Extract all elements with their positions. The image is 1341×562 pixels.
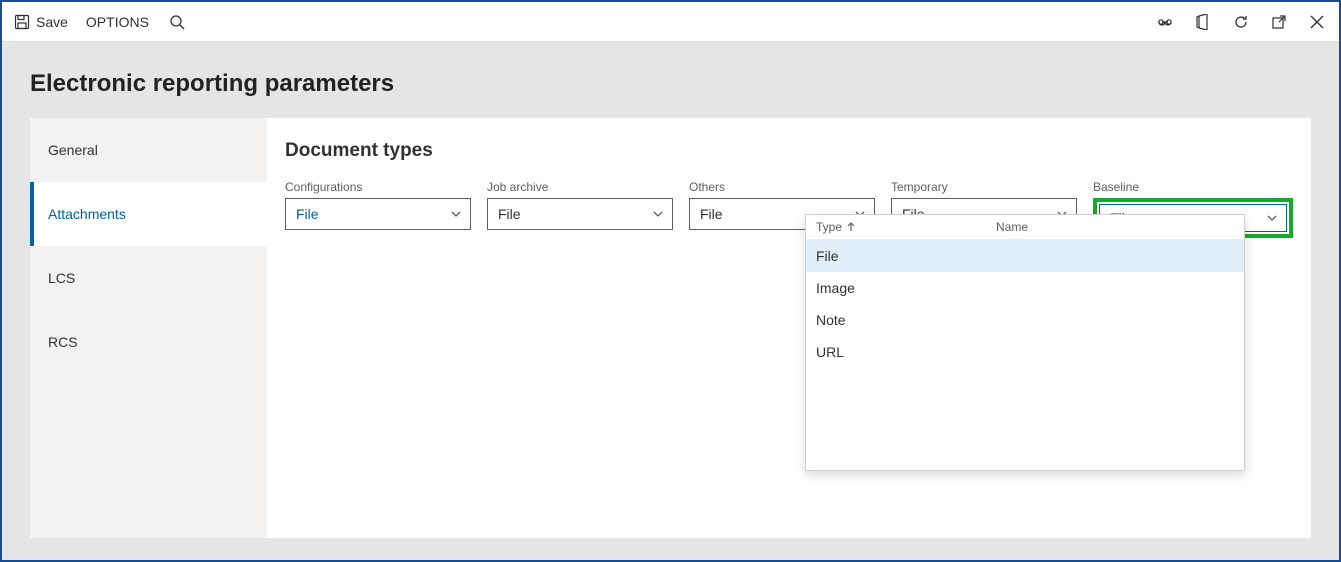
chevron-down-icon bbox=[652, 208, 664, 220]
search-button[interactable] bbox=[167, 12, 187, 32]
field-job-archive: Job archive File bbox=[487, 180, 673, 238]
options-label: OPTIONS bbox=[86, 14, 149, 30]
flyout-col-name[interactable]: Name bbox=[996, 220, 1028, 234]
page-content: Electronic reporting parameters General … bbox=[2, 42, 1339, 538]
field-label-temporary: Temporary bbox=[891, 180, 1077, 194]
combo-value: File bbox=[700, 206, 723, 222]
combo-configurations[interactable]: File bbox=[285, 198, 471, 230]
popout-icon bbox=[1271, 14, 1287, 30]
office-icon bbox=[1195, 14, 1211, 30]
field-configurations: Configurations File bbox=[285, 180, 471, 238]
flyout-option-url[interactable]: URL bbox=[806, 336, 1244, 368]
save-icon bbox=[14, 14, 30, 30]
side-tabs: General Attachments LCS RCS bbox=[30, 118, 267, 538]
combo-value: File bbox=[296, 206, 319, 222]
dropdown-flyout: Type Name File Image Note URL bbox=[805, 214, 1245, 471]
options-button[interactable]: OPTIONS bbox=[86, 14, 149, 30]
tab-lcs[interactable]: LCS bbox=[30, 246, 267, 310]
refresh-icon bbox=[1233, 14, 1249, 30]
refresh-button[interactable] bbox=[1231, 12, 1251, 32]
flyout-body: File Image Note URL bbox=[806, 240, 1244, 470]
section-title: Document types bbox=[285, 140, 1293, 162]
field-label-configurations: Configurations bbox=[285, 180, 471, 194]
chevron-down-icon bbox=[1266, 212, 1278, 224]
main-panel: Document types Configurations File Job a… bbox=[267, 118, 1311, 538]
save-label: Save bbox=[36, 14, 68, 30]
flyout-option-file[interactable]: File bbox=[806, 240, 1244, 272]
flyout-col-type[interactable]: Type bbox=[816, 220, 996, 234]
flyout-header: Type Name bbox=[806, 215, 1244, 240]
tab-rcs[interactable]: RCS bbox=[30, 310, 267, 374]
field-label-baseline: Baseline bbox=[1093, 180, 1293, 194]
action-bar-left: Save OPTIONS bbox=[14, 12, 187, 32]
close-icon bbox=[1310, 15, 1324, 29]
save-button[interactable]: Save bbox=[14, 14, 68, 30]
search-icon bbox=[169, 14, 185, 30]
tab-attachments[interactable]: Attachments bbox=[30, 182, 267, 246]
chevron-down-icon bbox=[450, 208, 462, 220]
combo-job-archive[interactable]: File bbox=[487, 198, 673, 230]
sort-asc-icon bbox=[846, 222, 856, 232]
tab-general[interactable]: General bbox=[30, 118, 267, 182]
combo-value: File bbox=[498, 206, 521, 222]
page-title: Electronic reporting parameters bbox=[30, 70, 1311, 98]
popout-button[interactable] bbox=[1269, 12, 1289, 32]
flyout-col-type-label: Type bbox=[816, 220, 842, 234]
action-bar: Save OPTIONS bbox=[2, 2, 1339, 42]
panel-container: General Attachments LCS RCS Document typ… bbox=[30, 118, 1311, 538]
link-icon bbox=[1157, 17, 1173, 27]
field-label-job-archive: Job archive bbox=[487, 180, 673, 194]
field-label-others: Others bbox=[689, 180, 875, 194]
attach-button[interactable] bbox=[1155, 12, 1175, 32]
flyout-option-image[interactable]: Image bbox=[806, 272, 1244, 304]
office-button[interactable] bbox=[1193, 12, 1213, 32]
close-button[interactable] bbox=[1307, 12, 1327, 32]
flyout-option-note[interactable]: Note bbox=[806, 304, 1244, 336]
action-bar-right bbox=[1155, 12, 1327, 32]
